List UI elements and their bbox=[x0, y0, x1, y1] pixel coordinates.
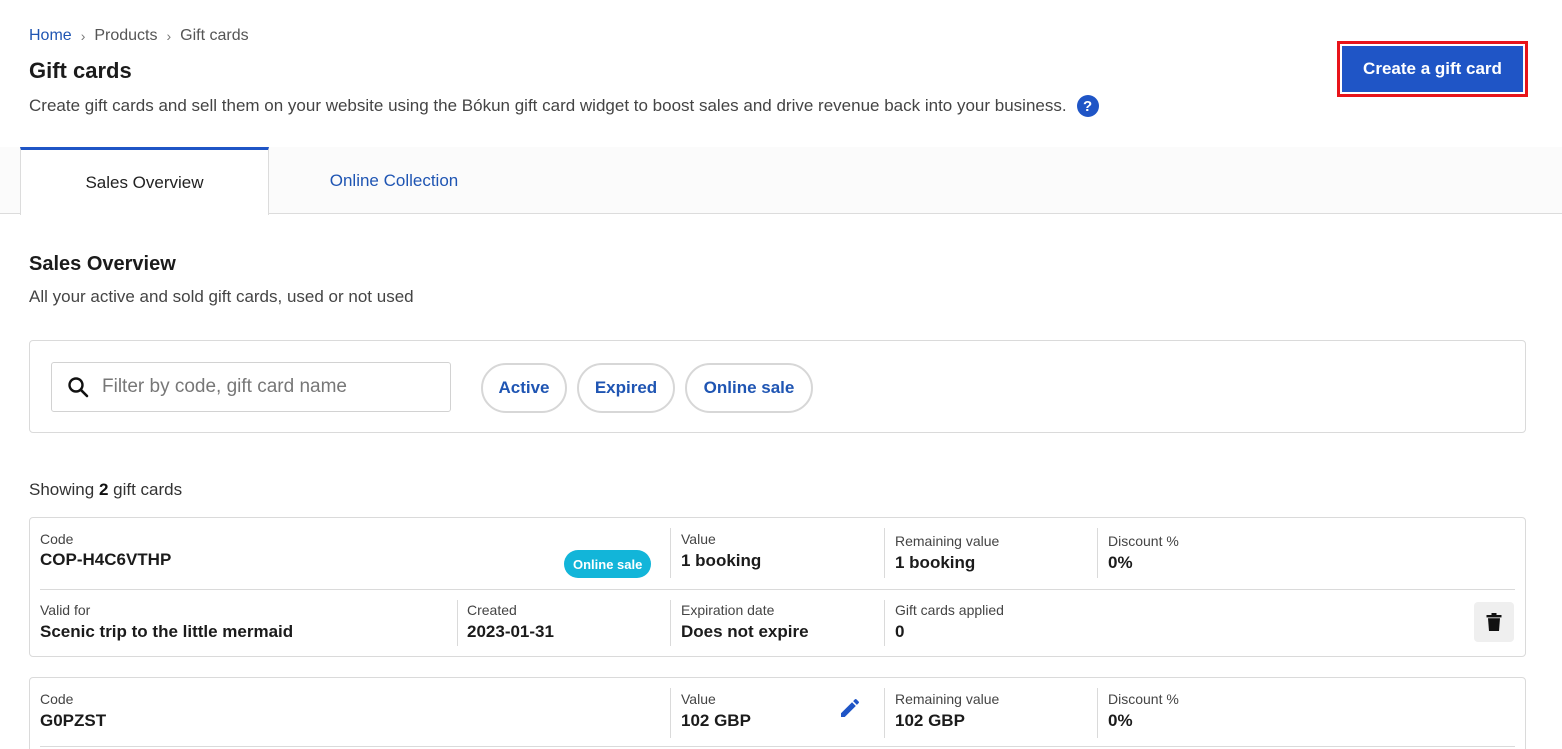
created-label: Created bbox=[467, 602, 517, 618]
code-label: Code bbox=[40, 531, 74, 547]
edit-icon[interactable] bbox=[838, 696, 862, 720]
filter-panel: Active Expired Online sale bbox=[29, 340, 1526, 433]
results-count-prefix: Showing bbox=[29, 480, 95, 499]
expiration-label: Expiration date bbox=[681, 602, 775, 618]
page-description-text: Create gift cards and sell them on your … bbox=[29, 96, 1067, 115]
divider bbox=[884, 600, 885, 646]
discount-cell: Discount % 0% bbox=[1108, 691, 1179, 731]
code-cell: Code COP-H4C6VTHP bbox=[40, 531, 171, 570]
create-gift-card-button[interactable]: Create a gift card bbox=[1342, 46, 1523, 92]
code-label: Code bbox=[40, 691, 74, 707]
breadcrumb-separator: › bbox=[166, 28, 172, 44]
search-input[interactable] bbox=[102, 376, 422, 398]
remaining-cell: Remaining value 102 GBP bbox=[895, 691, 999, 731]
row-divider bbox=[40, 589, 1515, 590]
code-cell: Code G0PZST bbox=[40, 691, 106, 731]
divider bbox=[884, 688, 885, 738]
create-button-highlight: Create a gift card bbox=[1337, 41, 1528, 97]
value-label: Value bbox=[681, 691, 716, 707]
breadcrumb-separator: › bbox=[80, 28, 86, 44]
search-field[interactable] bbox=[51, 362, 451, 412]
remaining-label: Remaining value bbox=[895, 691, 1000, 707]
page-description: Create gift cards and sell them on your … bbox=[29, 95, 1099, 117]
search-icon bbox=[68, 377, 89, 398]
code-value: COP-H4C6VTHP bbox=[40, 550, 172, 569]
page-title: Gift cards bbox=[29, 58, 132, 83]
trash-icon bbox=[1486, 613, 1502, 631]
results-count-suffix: gift cards bbox=[113, 480, 183, 499]
divider bbox=[457, 600, 458, 646]
filter-chip-active[interactable]: Active bbox=[481, 363, 567, 413]
page-header: Home › Products › Gift cards Gift cards … bbox=[0, 0, 1562, 148]
breadcrumb: Home › Products › Gift cards bbox=[29, 27, 249, 45]
delete-button[interactable] bbox=[1474, 602, 1514, 642]
tab-bar: Sales Overview Online Collection bbox=[0, 147, 1562, 215]
online-sale-badge: Online sale bbox=[564, 550, 652, 578]
value-value: 1 booking bbox=[681, 551, 762, 570]
value-cell: Value 102 GBP bbox=[681, 691, 751, 731]
value-cell: Value 1 booking bbox=[681, 531, 761, 571]
remaining-cell: Remaining value 1 booking bbox=[895, 533, 999, 573]
results-count-number: 2 bbox=[98, 480, 109, 499]
discount-value: 0% bbox=[1108, 711, 1133, 730]
help-icon[interactable]: ? bbox=[1076, 95, 1099, 117]
breadcrumb-current: Gift cards bbox=[180, 27, 249, 44]
section-subtitle: All your active and sold gift cards, use… bbox=[29, 287, 414, 306]
filter-chip-online-sale[interactable]: Online sale bbox=[685, 363, 813, 413]
tab-online-collection[interactable]: Online Collection bbox=[269, 147, 519, 214]
breadcrumb-products[interactable]: Products bbox=[94, 27, 157, 45]
valid-for-cell: Valid for Scenic trip to the little merm… bbox=[40, 602, 293, 642]
code-value: G0PZST bbox=[40, 711, 107, 730]
applied-cell: Gift cards applied 0 bbox=[895, 602, 1004, 642]
divider bbox=[670, 528, 671, 578]
expiration-cell: Expiration date Does not expire bbox=[681, 602, 809, 642]
discount-cell: Discount % 0% bbox=[1108, 533, 1179, 573]
gift-card-row[interactable]: Code G0PZST Value 102 GBP Remaining valu… bbox=[29, 677, 1526, 749]
divider bbox=[670, 600, 671, 646]
divider bbox=[1097, 528, 1098, 578]
discount-value: 0% bbox=[1108, 553, 1133, 572]
row-divider bbox=[40, 746, 1515, 747]
created-cell: Created 2023-01-31 bbox=[467, 602, 554, 642]
filter-chip-expired[interactable]: Expired bbox=[577, 363, 675, 413]
breadcrumb-home-link[interactable]: Home bbox=[29, 27, 72, 45]
remaining-value: 1 booking bbox=[895, 553, 976, 572]
applied-label: Gift cards applied bbox=[895, 602, 1004, 618]
created-value: 2023-01-31 bbox=[467, 622, 554, 641]
results-count: Showing 2 gift cards bbox=[29, 480, 182, 500]
value-value: 102 GBP bbox=[681, 711, 751, 730]
applied-value: 0 bbox=[895, 622, 905, 641]
divider bbox=[1097, 688, 1098, 738]
gift-card-row[interactable]: Code COP-H4C6VTHP Online sale Value 1 bo… bbox=[29, 517, 1526, 657]
valid-for-value: Scenic trip to the little mermaid bbox=[40, 622, 294, 641]
tab-sales-overview[interactable]: Sales Overview bbox=[20, 147, 269, 215]
remaining-value: 102 GBP bbox=[895, 711, 965, 730]
section-title: Sales Overview bbox=[29, 253, 176, 275]
discount-label: Discount % bbox=[1108, 691, 1179, 707]
value-label: Value bbox=[681, 531, 716, 547]
remaining-label: Remaining value bbox=[895, 533, 1000, 549]
divider bbox=[670, 688, 671, 738]
valid-for-label: Valid for bbox=[40, 602, 91, 618]
expiration-value: Does not expire bbox=[681, 622, 809, 641]
divider bbox=[884, 528, 885, 578]
discount-label: Discount % bbox=[1108, 533, 1179, 549]
